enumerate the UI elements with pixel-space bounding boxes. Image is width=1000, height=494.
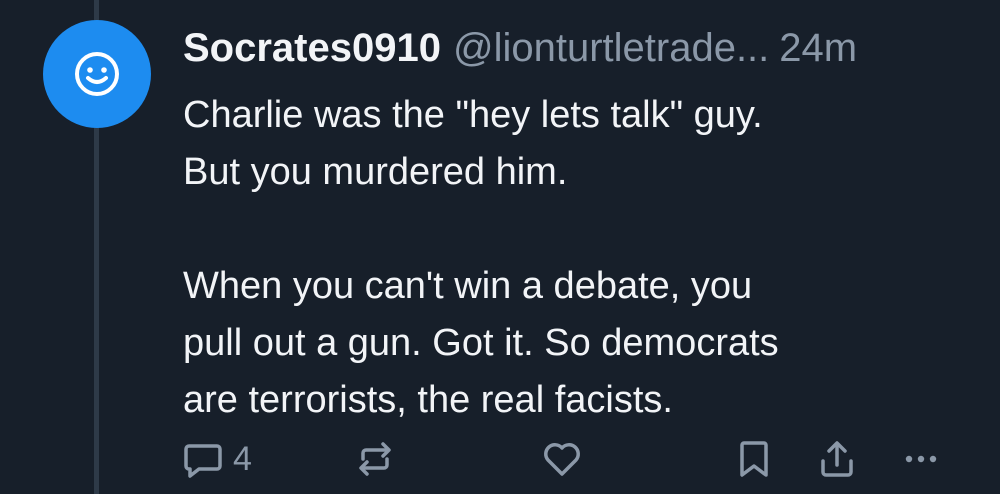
post-text-line: pull out a gun. Got it. So democrats xyxy=(183,322,779,364)
action-bar: 4 xyxy=(183,434,963,484)
reply-count: 4 xyxy=(233,439,252,478)
post-text-line: are terrorists, the real facists. xyxy=(183,379,673,421)
post-text-line: Charlie was the "hey lets talk" guy. xyxy=(183,94,763,136)
avatar[interactable] xyxy=(43,20,151,128)
reply-bubble-icon xyxy=(184,444,222,478)
user-handle[interactable]: @lionturtletrade... xyxy=(453,22,769,74)
post-text-line: When you can't win a debate, you xyxy=(183,265,753,307)
heart-icon xyxy=(544,443,580,476)
share-icon xyxy=(821,441,853,477)
post-text: Charlie was the "hey lets talk" guy. But… xyxy=(183,87,983,429)
share-button[interactable] xyxy=(817,434,857,484)
display-name[interactable]: Socrates0910 xyxy=(183,22,441,74)
repost-icon xyxy=(359,442,391,476)
bookmark-button[interactable] xyxy=(736,434,772,484)
repost-button[interactable] xyxy=(355,434,395,484)
like-button[interactable] xyxy=(541,434,583,484)
post-timestamp[interactable]: 24m xyxy=(779,22,857,74)
more-options-button[interactable] xyxy=(901,434,941,484)
bookmark-icon xyxy=(740,441,768,477)
post-header: Socrates0910 @lionturtletrade... 24m xyxy=(183,22,857,74)
smiley-face-icon xyxy=(75,52,119,96)
more-dots-icon xyxy=(905,455,937,463)
post-text-blank-line xyxy=(183,201,983,258)
post-text-line: But you murdered him. xyxy=(183,151,568,193)
reply-button[interactable]: 4 xyxy=(183,434,252,484)
